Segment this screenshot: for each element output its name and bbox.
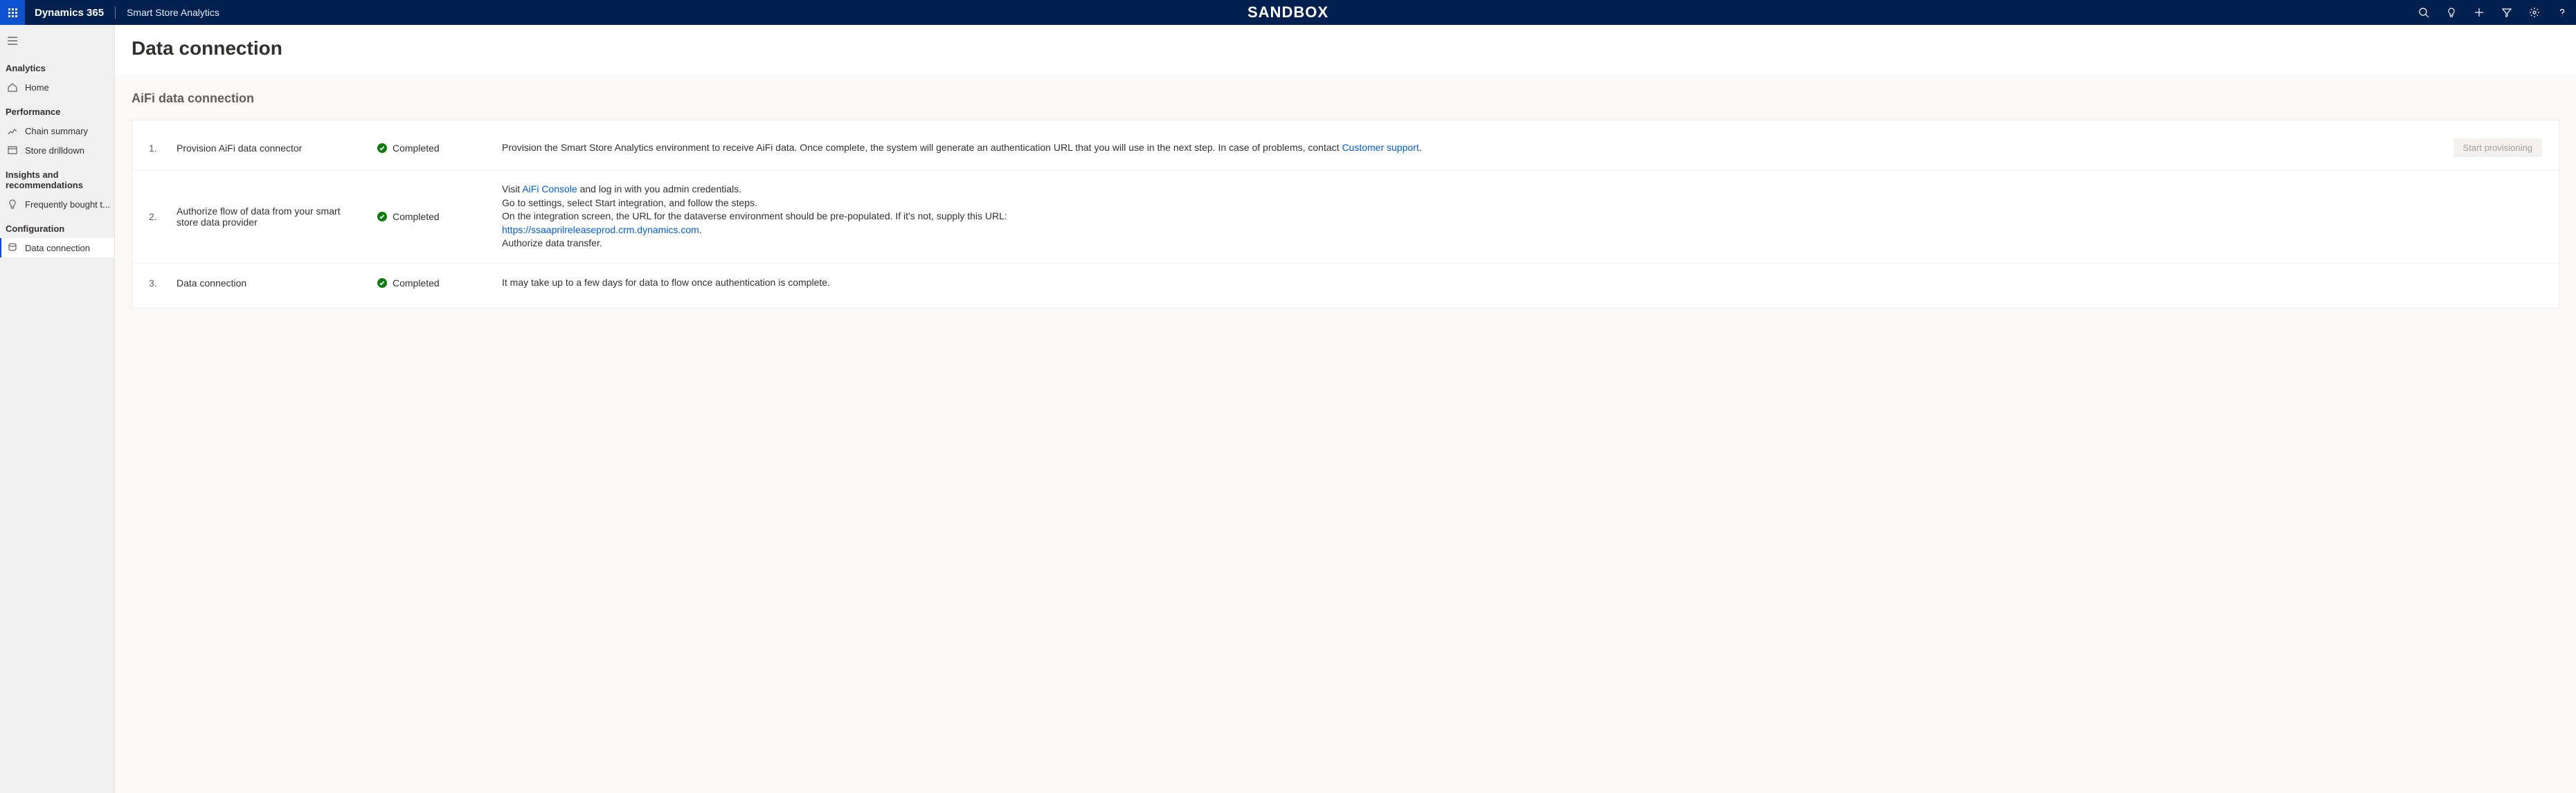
nav-heading-insights: Insights and recommendations	[0, 160, 114, 194]
step-row-2: 2. Authorize flow of data from your smar…	[132, 170, 2559, 264]
app-launcher-icon[interactable]	[0, 0, 25, 25]
plus-icon[interactable]	[2465, 0, 2493, 25]
dataverse-url-link[interactable]: https://ssaaprilreleaseprod.crm.dynamics…	[502, 224, 699, 235]
filter-icon[interactable]	[2493, 0, 2521, 25]
status-label: Completed	[393, 211, 440, 222]
sidebar-item-label: Chain summary	[25, 126, 88, 136]
status-label: Completed	[393, 143, 440, 154]
sidebar-item-label: Data connection	[25, 243, 90, 253]
section-header: AiFi data connection	[115, 75, 2576, 111]
lightbulb-icon	[7, 199, 18, 210]
step-title: Provision AiFi data connector	[177, 143, 377, 154]
sidebar-item-store-drilldown[interactable]: Store drilldown	[0, 140, 114, 160]
gear-icon[interactable]	[2521, 0, 2548, 25]
check-circle-icon	[377, 143, 387, 153]
sidebar-item-label: Frequently bought t...	[25, 199, 110, 210]
sidebar-item-label: Home	[25, 82, 49, 93]
help-icon[interactable]	[2548, 0, 2576, 25]
search-icon[interactable]	[2410, 0, 2438, 25]
chart-icon	[7, 125, 18, 136]
step-row-3: 3. Data connection Completed It may take…	[132, 264, 2559, 302]
database-icon	[7, 242, 18, 253]
sidebar-item-label: Store drilldown	[25, 145, 84, 156]
home-icon	[7, 82, 18, 93]
main-content: Data connection AiFi data connection 1. …	[115, 25, 2576, 793]
app-name-label[interactable]: Smart Store Analytics	[117, 7, 229, 18]
store-icon	[7, 145, 18, 156]
step-number: 3.	[149, 277, 177, 289]
step-row-1: 1. Provision AiFi data connector Complet…	[132, 126, 2559, 170]
step-title: Authorize flow of data from your smart s…	[177, 206, 377, 228]
step-description: Provision the Smart Store Analytics envi…	[502, 141, 2445, 155]
sidebar-item-frequently-bought[interactable]: Frequently bought t...	[0, 194, 114, 214]
check-circle-icon	[377, 278, 387, 288]
step-status: Completed	[377, 211, 502, 222]
brand-label[interactable]: Dynamics 365	[25, 7, 114, 19]
step-status: Completed	[377, 277, 502, 289]
nav-heading-analytics: Analytics	[0, 53, 114, 78]
sidebar-item-home[interactable]: Home	[0, 78, 114, 97]
page-header: Data connection	[115, 25, 2576, 75]
step-title: Data connection	[177, 277, 377, 289]
step-number: 2.	[149, 211, 177, 222]
topbar-divider	[115, 6, 116, 19]
status-label: Completed	[393, 277, 440, 289]
start-provisioning-button: Start provisioning	[2453, 138, 2542, 157]
lightbulb-icon[interactable]	[2438, 0, 2465, 25]
section-title: AiFi data connection	[132, 91, 2559, 106]
steps-card: 1. Provision AiFi data connector Complet…	[132, 120, 2559, 309]
step-number: 1.	[149, 143, 177, 154]
page-title: Data connection	[132, 37, 2559, 60]
topbar: Dynamics 365 Smart Store Analytics SANDB…	[0, 0, 2576, 25]
sidebar-toggle-icon[interactable]	[0, 30, 114, 53]
sidebar: Analytics Home Performance Chain summary…	[0, 25, 115, 793]
customer-support-link[interactable]: Customer support	[1342, 142, 1418, 153]
step-description: It may take up to a few days for data to…	[502, 276, 2445, 290]
check-circle-icon	[377, 212, 387, 221]
step-action: Start provisioning	[2445, 138, 2542, 157]
environment-label: SANDBOX	[1248, 3, 1328, 21]
aifi-console-link[interactable]: AiFi Console	[522, 183, 577, 194]
sidebar-item-chain-summary[interactable]: Chain summary	[0, 121, 114, 140]
nav-heading-performance: Performance	[0, 97, 114, 121]
topbar-actions	[2410, 0, 2576, 25]
step-status: Completed	[377, 143, 502, 154]
nav-heading-config: Configuration	[0, 214, 114, 238]
step-description: Visit AiFi Console and log in with you a…	[502, 183, 2445, 250]
sidebar-item-data-connection[interactable]: Data connection	[0, 238, 114, 257]
